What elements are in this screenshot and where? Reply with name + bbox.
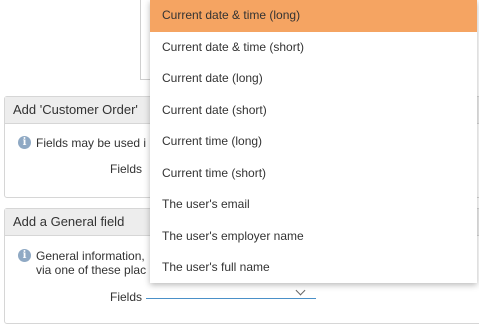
fields-dropdown-menu: Current date & time (long) Current date &… bbox=[150, 0, 477, 283]
general-field-fields-label: Fields bbox=[110, 290, 143, 304]
info-icon: i bbox=[18, 249, 31, 262]
dropdown-option[interactable]: Current date & time (long) bbox=[150, 0, 477, 32]
dropdown-option[interactable]: Current date (short) bbox=[150, 95, 477, 127]
dropdown-option[interactable]: Current date (long) bbox=[150, 63, 477, 95]
general-field-info: i General information, via one of these … bbox=[18, 249, 146, 277]
general-field-info-text: General information, via one of these pl… bbox=[36, 249, 147, 277]
screen: Add 'Customer Order' i Fields may be use… bbox=[0, 0, 479, 329]
customer-order-info-text: Fields may be used i bbox=[36, 136, 147, 150]
info-icon: i bbox=[18, 136, 31, 149]
fields-select[interactable] bbox=[146, 281, 316, 299]
dropdown-option[interactable]: Current time (long) bbox=[150, 126, 477, 158]
dropdown-option[interactable]: The user's email bbox=[150, 189, 477, 221]
dropdown-option[interactable]: Current date & time (short) bbox=[150, 32, 477, 64]
dropdown-option[interactable]: Current time (short) bbox=[150, 158, 477, 190]
dropdown-option[interactable]: The user's full name bbox=[150, 252, 477, 283]
customer-order-info: i Fields may be used i bbox=[18, 136, 146, 150]
customer-order-fields-label: Fields bbox=[110, 162, 143, 176]
dropdown-option[interactable]: The user's employer name bbox=[150, 221, 477, 253]
